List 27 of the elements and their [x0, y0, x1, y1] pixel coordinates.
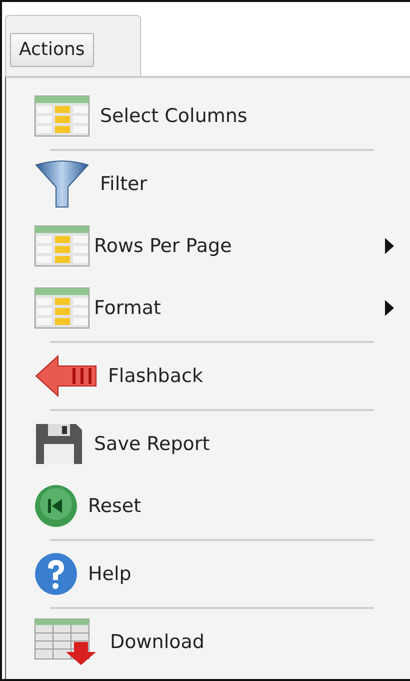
menu-item[interactable]: Rows Per Page	[6, 215, 410, 277]
actions-button[interactable]: Actions	[10, 33, 94, 68]
table-icon	[34, 95, 90, 137]
menu-item[interactable]: Flashback	[6, 345, 410, 407]
tab[interactable]: Actions	[5, 15, 141, 76]
menu-item[interactable]: Format	[6, 277, 410, 339]
menu-item[interactable]: Select Columns	[6, 85, 410, 147]
menu-item[interactable]: Save Report	[6, 413, 410, 475]
menu-item-label: Select Columns	[100, 104, 248, 129]
menu-item[interactable]: Filter	[6, 153, 410, 215]
table-icon	[34, 225, 90, 267]
menu-item-label: Reset	[88, 494, 142, 519]
menu-item-label: Save Report	[94, 432, 210, 457]
menu-item-label: Help	[88, 562, 132, 587]
menu-item-label: Format	[94, 296, 161, 321]
help-icon	[34, 552, 78, 596]
menu-item[interactable]: Help	[6, 543, 410, 605]
menu-item[interactable]: Reset	[6, 475, 410, 537]
menu-item-label: Flashback	[108, 364, 203, 389]
menu-item[interactable]: Download	[6, 611, 410, 673]
table-icon	[34, 287, 90, 329]
menu-item-label: Rows Per Page	[94, 234, 232, 259]
menu-item-label: Download	[110, 630, 204, 655]
funnel-icon	[34, 159, 90, 209]
menu-item-label: Filter	[100, 172, 148, 197]
left-arrow-icon	[34, 354, 98, 398]
rewind-icon	[34, 484, 78, 528]
